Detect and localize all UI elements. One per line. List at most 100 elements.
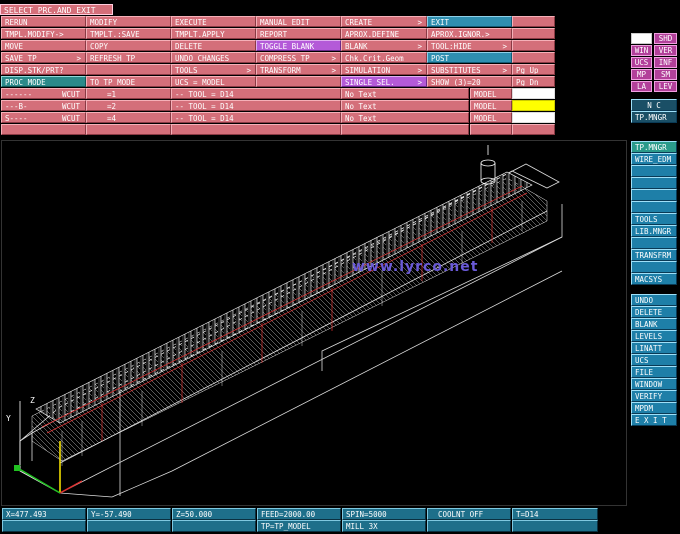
menu-row5-col0[interactable]: PROC_MODE: [1, 76, 86, 87]
lev-button[interactable]: LEV: [654, 81, 677, 92]
menu-row2-col6[interactable]: [512, 40, 555, 51]
menu-row0-col2[interactable]: EXECUTE: [171, 16, 256, 27]
proc-model[interactable]: MODEL: [470, 112, 512, 123]
side-bottom-item-0[interactable]: UNDO: [631, 294, 677, 306]
proc-number[interactable]: =4: [86, 112, 171, 123]
menu-row2-col0[interactable]: MOVE: [1, 40, 86, 51]
menu-row5-col5[interactable]: SHOW (3)=20: [427, 76, 512, 87]
menu-row3-col6[interactable]: [512, 52, 555, 63]
proc-color-swatch[interactable]: [512, 112, 555, 123]
side-top-item-6[interactable]: TOOLS: [631, 213, 677, 225]
side-top-item-4[interactable]: [631, 189, 677, 201]
menu-row5-col4[interactable]: SINGLE SEL. >: [341, 76, 427, 87]
proc-color-swatch[interactable]: [512, 100, 555, 111]
proc-empty-row-cell[interactable]: [470, 124, 512, 135]
menu-row1-col4[interactable]: APROX.DEFINE: [341, 28, 427, 39]
side-bottom-item-9[interactable]: MPDM: [631, 402, 677, 414]
shd-button[interactable]: SHD: [654, 33, 677, 44]
menu-row0-col5[interactable]: EXIT: [427, 16, 512, 27]
proc-color-swatch[interactable]: [512, 88, 555, 99]
proc-text[interactable]: No Text: [341, 88, 469, 99]
nc-button[interactable]: N C: [631, 99, 677, 111]
menu-row1-col6[interactable]: [512, 28, 555, 39]
side-top-item-10[interactable]: [631, 261, 677, 273]
mp-button[interactable]: MP: [631, 69, 652, 80]
side-top-item-7[interactable]: LIB.MNGR: [631, 225, 677, 237]
menu-row4-col5[interactable]: SUBSTITUTES >: [427, 64, 512, 75]
menu-row3-col2[interactable]: UNDO CHANGES: [171, 52, 256, 63]
proc-empty-row-cell[interactable]: [341, 124, 469, 135]
menu-row1-col2[interactable]: TMPLT.APPLY: [171, 28, 256, 39]
side-bottom-item-3[interactable]: LEVELS: [631, 330, 677, 342]
menu-row4-col1[interactable]: [86, 64, 171, 75]
la-button[interactable]: LA: [631, 81, 652, 92]
side-bottom-item-8[interactable]: VERIFY: [631, 390, 677, 402]
side-bottom-item-6[interactable]: FILE: [631, 366, 677, 378]
menu-row3-col4[interactable]: Chk.Crit.Geom: [341, 52, 427, 63]
menu-row5-col3[interactable]: [256, 76, 341, 87]
side-top-item-8[interactable]: [631, 237, 677, 249]
menu-row2-col5[interactable]: TOOL:HIDE >: [427, 40, 512, 51]
side-bottom-item-2[interactable]: BLANK: [631, 318, 677, 330]
menu-row4-col3[interactable]: TRANSFORM >: [256, 64, 341, 75]
side-bottom-item-4[interactable]: LINATT: [631, 342, 677, 354]
side-bottom-item-10[interactable]: E X I T: [631, 414, 677, 426]
proc-empty-row-cell[interactable]: [86, 124, 171, 135]
proc-empty-row-cell[interactable]: [171, 124, 341, 135]
menu-row3-col3[interactable]: COMPRESS TP >: [256, 52, 341, 63]
side-top-item-3[interactable]: [631, 177, 677, 189]
shade-swatch-button[interactable]: [631, 33, 652, 44]
menu-row5-col1[interactable]: TO TP_MODE: [86, 76, 171, 87]
menu-row1-col3[interactable]: REPORT: [256, 28, 341, 39]
proc-text[interactable]: No Text: [341, 100, 469, 111]
graphics-viewport[interactable]: Z Y X: [1, 140, 627, 506]
proc-model[interactable]: MODEL: [470, 88, 512, 99]
proc-tool[interactable]: -- TOOL = D14: [171, 100, 341, 111]
menu-row1-col0[interactable]: TMPL.MODIFY->: [1, 28, 86, 39]
proc-text[interactable]: No Text: [341, 112, 469, 123]
side-bottom-item-5[interactable]: UCS: [631, 354, 677, 366]
proc-name[interactable]: ------ WCUT: [1, 88, 86, 99]
side-top-item-5[interactable]: [631, 201, 677, 213]
inf-button[interactable]: INF: [654, 57, 677, 68]
proc-empty-row-cell[interactable]: [512, 124, 555, 135]
sm-button[interactable]: SM: [654, 69, 677, 80]
menu-row3-col1[interactable]: REFRESH TP: [86, 52, 171, 63]
side-top-item-2[interactable]: [631, 165, 677, 177]
ver-button[interactable]: VER: [654, 45, 677, 56]
menu-row3-col0[interactable]: SAVE TP >: [1, 52, 86, 63]
side-top-item-9[interactable]: TRANSFRM: [631, 249, 677, 261]
side-bottom-item-1[interactable]: DELETE: [631, 306, 677, 318]
win-button[interactable]: WIN: [631, 45, 652, 56]
proc-tool[interactable]: -- TOOL = D14: [171, 88, 341, 99]
menu-row2-col1[interactable]: COPY: [86, 40, 171, 51]
menu-row3-col5[interactable]: POST: [427, 52, 512, 63]
menu-row5-col2[interactable]: UCS = MODEL: [171, 76, 256, 87]
menu-row2-col2[interactable]: DELETE: [171, 40, 256, 51]
menu-row0-col4[interactable]: CREATE >: [341, 16, 427, 27]
proc-tool[interactable]: -- TOOL = D14: [171, 112, 341, 123]
menu-row0-col6[interactable]: [512, 16, 555, 27]
proc-name[interactable]: ---B- WCUT: [1, 100, 86, 111]
menu-row4-col0[interactable]: DISP.STK/PRT?: [1, 64, 86, 75]
menu-row4-col2[interactable]: TOOLS >: [171, 64, 256, 75]
menu-row5-col6[interactable]: Pg Dn: [512, 76, 555, 87]
side-bottom-item-7[interactable]: WINDOW: [631, 378, 677, 390]
side-top-item-11[interactable]: MACSYS: [631, 273, 677, 285]
menu-row1-col5[interactable]: APROX.IGNOR.>: [427, 28, 512, 39]
tp-mngr-button-top[interactable]: TP.MNGR: [631, 111, 677, 123]
menu-row1-col1[interactable]: TMPLT.:SAVE: [86, 28, 171, 39]
menu-row0-col0[interactable]: RERUN: [1, 16, 86, 27]
proc-model[interactable]: MODEL: [470, 100, 512, 111]
proc-name[interactable]: S---- WCUT: [1, 112, 86, 123]
proc-number[interactable]: =2: [86, 100, 171, 111]
proc-number[interactable]: =1: [86, 88, 171, 99]
proc-empty-row-cell[interactable]: [1, 124, 86, 135]
menu-row4-col6[interactable]: Pg Up: [512, 64, 555, 75]
menu-row4-col4[interactable]: SIMULATION >: [341, 64, 427, 75]
side-top-item-1[interactable]: WIRE_EDM: [631, 153, 677, 165]
menu-row0-col1[interactable]: MODIFY: [86, 16, 171, 27]
menu-row0-col3[interactable]: MANUAL EDIT: [256, 16, 341, 27]
ucs-button[interactable]: UCS: [631, 57, 652, 68]
menu-row2-col3[interactable]: TOGGLE BLANK: [256, 40, 341, 51]
